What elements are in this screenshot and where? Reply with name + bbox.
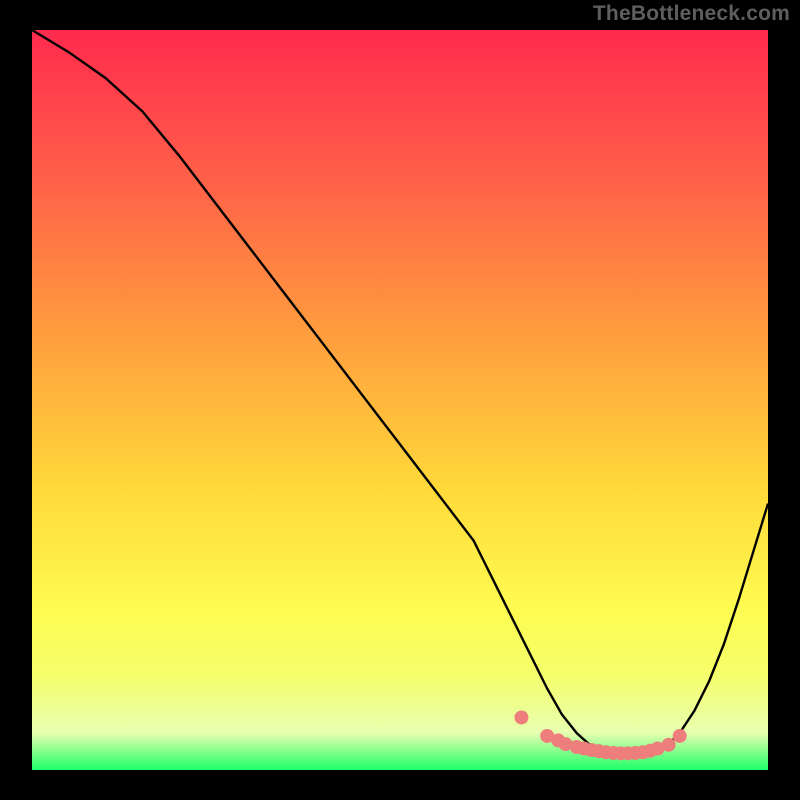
chart-svg [32, 30, 768, 770]
watermark-text: TheBottleneck.com [593, 2, 790, 26]
plot-area [32, 30, 768, 770]
highlight-dot [662, 738, 676, 752]
chart-frame: TheBottleneck.com [0, 0, 800, 800]
gradient-background [32, 30, 768, 770]
highlight-dot [514, 710, 528, 724]
highlight-dot [673, 729, 687, 743]
